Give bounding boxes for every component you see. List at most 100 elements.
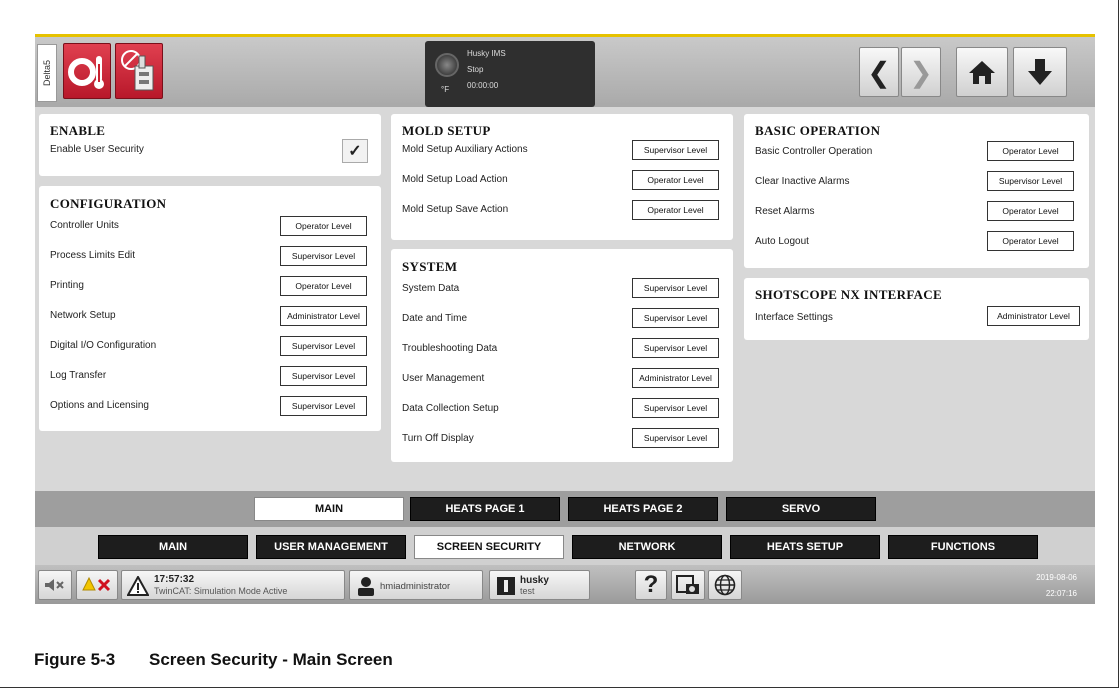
basic-level-select[interactable]: Operator Level (987, 141, 1074, 161)
active-alarm-display[interactable]: 17:57:32 TwinCAT: Simulation Mode Active (121, 570, 345, 600)
system-row-label: User Management (402, 373, 485, 384)
mold-setup-title: MOLD SETUP (402, 123, 491, 138)
configuration-panel: CONFIGURATION Controller Units Operator … (39, 186, 381, 431)
system-title: SYSTEM (402, 259, 458, 274)
mold-level-select[interactable]: Operator Level (632, 170, 719, 190)
system-level-select[interactable]: Supervisor Level (632, 278, 719, 298)
config-row-label: Options and Licensing (50, 400, 149, 411)
user-login-button[interactable]: hmiadministrator (349, 570, 483, 600)
config-level-select[interactable]: Supervisor Level (280, 336, 367, 356)
page-tab-bar: MAIN HEATS PAGE 1 HEATS PAGE 2 SERVO (35, 491, 1095, 527)
config-level-select[interactable]: Operator Level (280, 216, 367, 236)
alarm-acknowledge-button[interactable] (76, 570, 118, 600)
config-level-select[interactable]: Supervisor Level (280, 246, 367, 266)
mute-button[interactable] (38, 570, 72, 600)
help-button[interactable]: ? (635, 570, 667, 600)
no-motion-button[interactable] (115, 43, 163, 99)
prohibited-machine-icon (121, 50, 154, 91)
mold-setup-panel: MOLD SETUP Mold Setup Auxiliary Actions … (391, 114, 733, 240)
tab-heats-setup[interactable]: HEATS SETUP (730, 535, 880, 559)
enable-user-security-checkbox[interactable]: ✓ (342, 139, 368, 163)
system-time: 22:07:16 (1045, 589, 1077, 598)
basic-level-select[interactable]: Operator Level (987, 231, 1074, 251)
language-button[interactable] (708, 570, 742, 600)
chevron-left-icon: ❮ (867, 56, 891, 88)
mold-level-select[interactable]: Operator Level (632, 200, 719, 220)
system-row-label: Turn Off Display (402, 433, 474, 444)
home-button[interactable] (956, 47, 1008, 97)
shotscope-panel: SHOTSCOPE NX INTERFACE Interface Setting… (744, 278, 1089, 340)
system-level-select[interactable]: Administrator Level (632, 368, 719, 388)
enable-title: ENABLE (50, 123, 106, 138)
side-tab[interactable]: Delta5 (37, 44, 57, 102)
basic-operation-title: BASIC OPERATION (755, 123, 881, 138)
system-level-select[interactable]: Supervisor Level (632, 428, 719, 448)
status-state: Stop (467, 65, 484, 74)
tab-section-main[interactable]: MAIN (98, 535, 248, 559)
system-row-label: Date and Time (402, 313, 468, 324)
warning-clear-icon (82, 577, 111, 592)
shotscope-level-select[interactable]: Administrator Level (987, 306, 1080, 326)
tab-heats-page-2[interactable]: HEATS PAGE 2 (568, 497, 718, 521)
system-panel: SYSTEM System Data Supervisor Level Date… (391, 249, 733, 462)
figure-title: Screen Security - Main Screen (149, 650, 393, 669)
alarm-time: 17:57:32 (154, 574, 195, 585)
system-level-select[interactable]: Supervisor Level (632, 338, 719, 358)
basic-level-select[interactable]: Supervisor Level (987, 171, 1074, 191)
config-row-label: Process Limits Edit (50, 250, 136, 261)
download-button[interactable] (1013, 47, 1067, 97)
tab-user-management[interactable]: USER MANAGEMENT (256, 535, 406, 559)
machine-button[interactable]: husky test (489, 570, 590, 600)
shotscope-row-label: Interface Settings (755, 312, 833, 323)
alarm-temperature-button[interactable] (63, 43, 111, 99)
speaker-mute-icon (45, 579, 64, 591)
tab-network[interactable]: NETWORK (572, 535, 722, 559)
hmi-screen: Delta5 °F Husky IMS Stop 00:00:00 ❮ ❯ EN… (35, 34, 1095, 604)
basic-row-label: Basic Controller Operation (755, 146, 873, 157)
tab-servo[interactable]: SERVO (726, 497, 876, 521)
bottom-status-bar: 17:57:32 TwinCAT: Simulation Mode Active… (35, 565, 1095, 604)
basic-operation-panel: BASIC OPERATION Basic Controller Operati… (744, 114, 1089, 268)
configuration-title: CONFIGURATION (50, 196, 167, 211)
status-title: Husky IMS (467, 49, 506, 58)
forward-button[interactable]: ❯ (901, 47, 941, 97)
system-level-select[interactable]: Supervisor Level (632, 308, 719, 328)
system-row-label: System Data (402, 283, 460, 294)
figure-caption: Figure 5-3 Screen Security - Main Screen (34, 650, 393, 670)
tab-page-main[interactable]: MAIN (254, 497, 404, 521)
system-level-select[interactable]: Supervisor Level (632, 398, 719, 418)
warning-icon (127, 576, 149, 596)
config-row-label: Network Setup (50, 310, 116, 321)
chevron-right-icon: ❯ (909, 56, 933, 88)
config-row-label: Controller Units (50, 220, 119, 231)
config-level-select[interactable]: Administrator Level (280, 306, 367, 326)
system-row-label: Data Collection Setup (402, 403, 499, 414)
mold-row-label: Mold Setup Save Action (402, 204, 509, 215)
globe-icon (714, 574, 736, 596)
mold-row-label: Mold Setup Auxiliary Actions (402, 144, 528, 155)
basic-row-label: Auto Logout (755, 236, 809, 247)
tab-screen-security[interactable]: SCREEN SECURITY (414, 535, 564, 559)
status-time: 00:00:00 (467, 81, 499, 90)
figure-number: Figure 5-3 (34, 650, 116, 669)
section-tab-bar: MAIN USER MANAGEMENT SCREEN SECURITY NET… (35, 527, 1095, 565)
home-icon (969, 61, 995, 84)
config-row-label: Digital I/O Configuration (50, 340, 157, 351)
alarm-thermometer-icon (68, 56, 104, 89)
mold-level-select[interactable]: Supervisor Level (632, 140, 719, 160)
config-row-label: Printing (50, 280, 84, 291)
mold-row-label: Mold Setup Load Action (402, 174, 508, 185)
tab-heats-page-1[interactable]: HEATS PAGE 1 (410, 497, 560, 521)
config-level-select[interactable]: Operator Level (280, 276, 367, 296)
basic-level-select[interactable]: Operator Level (987, 201, 1074, 221)
config-level-select[interactable]: Supervisor Level (280, 396, 367, 416)
back-button[interactable]: ❮ (859, 47, 899, 97)
tab-functions[interactable]: FUNCTIONS (888, 535, 1038, 559)
machine-name: husky (520, 575, 549, 586)
user-icon (358, 577, 374, 596)
screenshot-button[interactable] (671, 570, 705, 600)
system-row-label: Troubleshooting Data (402, 343, 498, 354)
config-level-select[interactable]: Supervisor Level (280, 366, 367, 386)
screenshot-camera-icon (676, 575, 699, 594)
basic-row-label: Reset Alarms (755, 206, 815, 217)
